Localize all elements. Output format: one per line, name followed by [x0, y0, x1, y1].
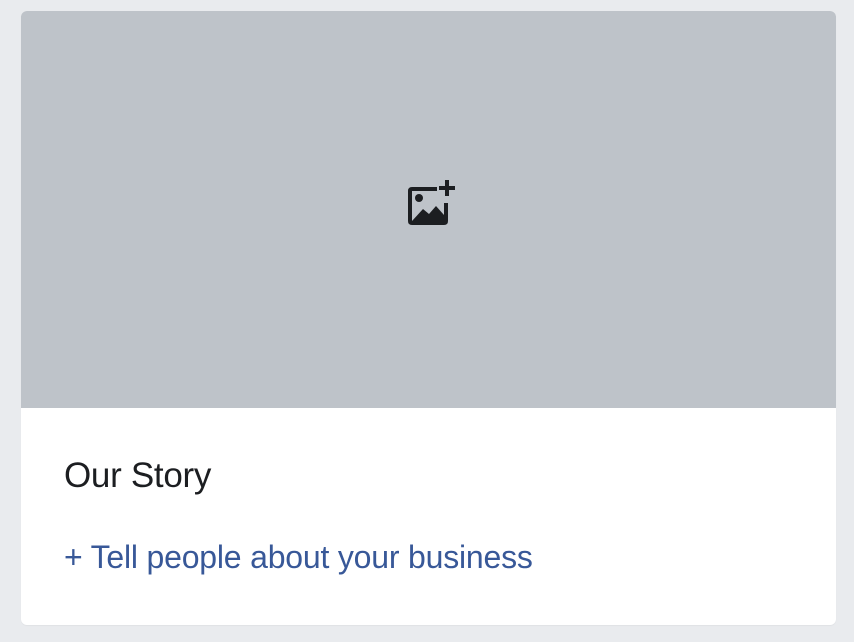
add-story-link[interactable]: + Tell people about your business	[64, 538, 533, 576]
story-title: Our Story	[64, 456, 212, 495]
add-photo-icon[interactable]	[404, 177, 456, 229]
cover-photo-placeholder[interactable]	[21, 11, 836, 408]
story-card-body: Our Story + Tell people about your busin…	[21, 408, 836, 625]
our-story-card: Our Story + Tell people about your busin…	[21, 11, 836, 625]
